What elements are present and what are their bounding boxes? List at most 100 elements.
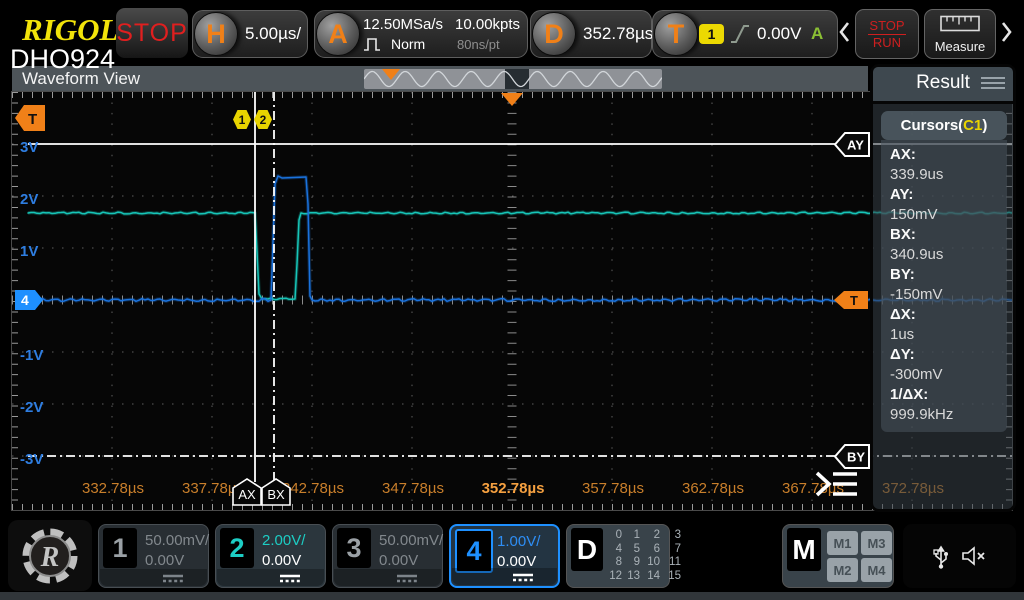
y-axis-label: 1V [20, 243, 39, 260]
cursor-handle-bx[interactable]: BX [261, 478, 291, 506]
waveform-view-tab-bar: Waveform View [12, 66, 868, 92]
cursor-result-value: 1us [890, 326, 915, 343]
digital-ch-9: 9 [633, 556, 640, 568]
channel-2-offset: 0.00V [262, 552, 302, 569]
acquisition-settings-button[interactable]: A 12.50MSa/s 10.00kpts Norm 80ns/pt [314, 10, 528, 58]
bottom-edge-strip [0, 592, 1024, 600]
horizontal-knob[interactable]: H [194, 12, 238, 56]
trigger-left-flag[interactable]: T [14, 104, 46, 132]
cursors-tab-prefix: Cursors( [900, 117, 964, 134]
stop-run-button[interactable]: STOP RUN [855, 9, 919, 59]
cursor-result-label: AY: [890, 186, 914, 203]
channel-4-number: 4 [455, 529, 493, 573]
cursor-result-value: 339.9us [890, 166, 944, 183]
digital-channels-button[interactable]: D 0 1 2 3 4 5 6 7 8 9 10 11 12 13 14 15 [566, 524, 681, 588]
grid-menu-icon[interactable] [812, 468, 860, 500]
delay-knob[interactable]: D [532, 12, 576, 56]
channel-4-footer [452, 568, 557, 585]
channel-2-footer [217, 569, 324, 586]
cursor-result-value: 340.9us [890, 246, 944, 263]
toolbar-scroll-left-icon[interactable] [838, 20, 851, 49]
gear-icon: R [22, 528, 78, 583]
channel-3-footer [334, 569, 441, 586]
result-panel: Result Cursors(C1) AX: 339.9us AY: 150mV BX:… [870, 64, 1016, 512]
cursor-result-value: 150mV [890, 206, 938, 223]
trigger-level-flag[interactable]: T [833, 290, 869, 310]
svg-text:T: T [28, 111, 37, 128]
acquire-knob[interactable]: A [316, 12, 360, 56]
channel-2-button[interactable]: 2 2.00V/0.00V [215, 524, 326, 588]
svg-text:AX: AX [238, 487, 256, 502]
cursor-ay-flag[interactable]: AY [833, 131, 871, 158]
cursors-result-tab[interactable]: Cursors(C1) [881, 111, 1007, 140]
y-axis-label: -1V [20, 347, 44, 364]
math-m1-button[interactable]: M1 [827, 531, 858, 555]
math-m3-button[interactable]: M3 [861, 531, 892, 555]
svg-text:4: 4 [21, 292, 29, 308]
resolution-value: 80ns/pt [457, 37, 500, 52]
speaker-muted-icon[interactable] [961, 545, 987, 567]
y-axis-label: -3V [20, 451, 44, 468]
overview-sine-icon [364, 70, 662, 88]
dc-coupling-icon [163, 574, 183, 583]
digital-ch-4: 4 [615, 542, 622, 555]
math-m2-button[interactable]: M2 [827, 558, 858, 582]
channel-4-button[interactable]: 4 1.00V/0.00V [449, 524, 560, 588]
trigger-sweep-mode: A [811, 24, 824, 43]
measure-button[interactable]: Measure [924, 9, 996, 59]
cursor-result-label: AX: [890, 146, 916, 163]
channel-3-scale: 50.00mV/ [379, 532, 444, 549]
trigger-settings-button[interactable]: T 1 0.00V A [652, 10, 838, 58]
cursor-by-flag[interactable]: BY [833, 443, 871, 470]
channel-3-button[interactable]: 3 50.00mV/0.00V [332, 524, 443, 588]
trigger-source-badge: 1 [699, 24, 724, 44]
delay-settings-button[interactable]: D 352.78µs [530, 10, 654, 58]
channel2-trace [27, 211, 1012, 301]
delay-value: 352.78µs [583, 24, 654, 43]
cursors-tab-suffix: ) [982, 117, 988, 134]
channel-1-number: 1 [103, 528, 137, 568]
cursor-result-value: -150mV [890, 286, 943, 303]
rigol-gear-logo-button[interactable]: R [8, 520, 92, 591]
cursor-result-label: BY: [890, 266, 915, 283]
cursor-result-value: 999.9kHz [890, 406, 954, 423]
digital-ch-12: 12 [609, 569, 622, 582]
digital-ch-5: 5 [633, 542, 640, 555]
rigol-logo: RIGOL [22, 12, 119, 47]
channel-3-offset: 0.00V [379, 552, 419, 569]
x-axis-label: 362.78µs [681, 480, 745, 497]
digital-label: D [571, 528, 603, 571]
channel4-position-marker[interactable]: 4 [14, 289, 44, 311]
math-channels-button[interactable]: M M1 M3 M2 M4 [782, 524, 894, 588]
digital-ch-10: 10 [647, 556, 660, 568]
model-label: DHO924 [10, 44, 116, 74]
cursor-source: C1 [963, 117, 983, 134]
channel-1-button[interactable]: 1 50.00mV/0.00V [98, 524, 209, 588]
result-panel-header[interactable]: Result [873, 67, 1013, 104]
y-axis-label: -2V [20, 399, 44, 416]
cursor-handle-ax[interactable]: AX [232, 478, 262, 506]
horizontal-settings-button[interactable]: H 5.00µs/ [192, 10, 308, 58]
toolbar-scroll-right-icon[interactable] [1000, 20, 1013, 49]
svg-text:BY: BY [847, 450, 865, 465]
overview-trigger-marker-icon[interactable] [382, 69, 400, 80]
digital-ch-3: 3 [674, 529, 681, 541]
square-wave-icon [363, 36, 387, 58]
run-state-indicator[interactable]: STOP [116, 8, 188, 58]
trigger-knob[interactable]: T [654, 12, 698, 56]
svg-text:R: R [40, 542, 60, 573]
trigger-level-value: 0.00V [757, 24, 802, 43]
svg-text:AY: AY [847, 138, 864, 153]
trigger-position-marker-icon[interactable] [501, 93, 523, 106]
ruler-icon [940, 15, 980, 37]
digital-ch-15: 15 [668, 569, 681, 582]
waveform-display-area[interactable]: 332.78µs 337.78µs 342.78µs 347.78µs 352.78µs… [11, 91, 1013, 511]
dc-coupling-icon [513, 573, 533, 582]
math-m4-button[interactable]: M4 [861, 558, 892, 582]
cursor-result-label: ΔY: [890, 346, 915, 363]
cursor-results-list: AX: 339.9us AY: 150mV BX: 340.9us BY: -150mV ΔX:… [881, 140, 1007, 432]
channel-1-scale: 50.00mV/ [145, 532, 210, 549]
menu-icon[interactable] [981, 77, 1005, 89]
waveform-overview-strip[interactable] [364, 69, 662, 89]
channel-2-number: 2 [220, 528, 254, 568]
